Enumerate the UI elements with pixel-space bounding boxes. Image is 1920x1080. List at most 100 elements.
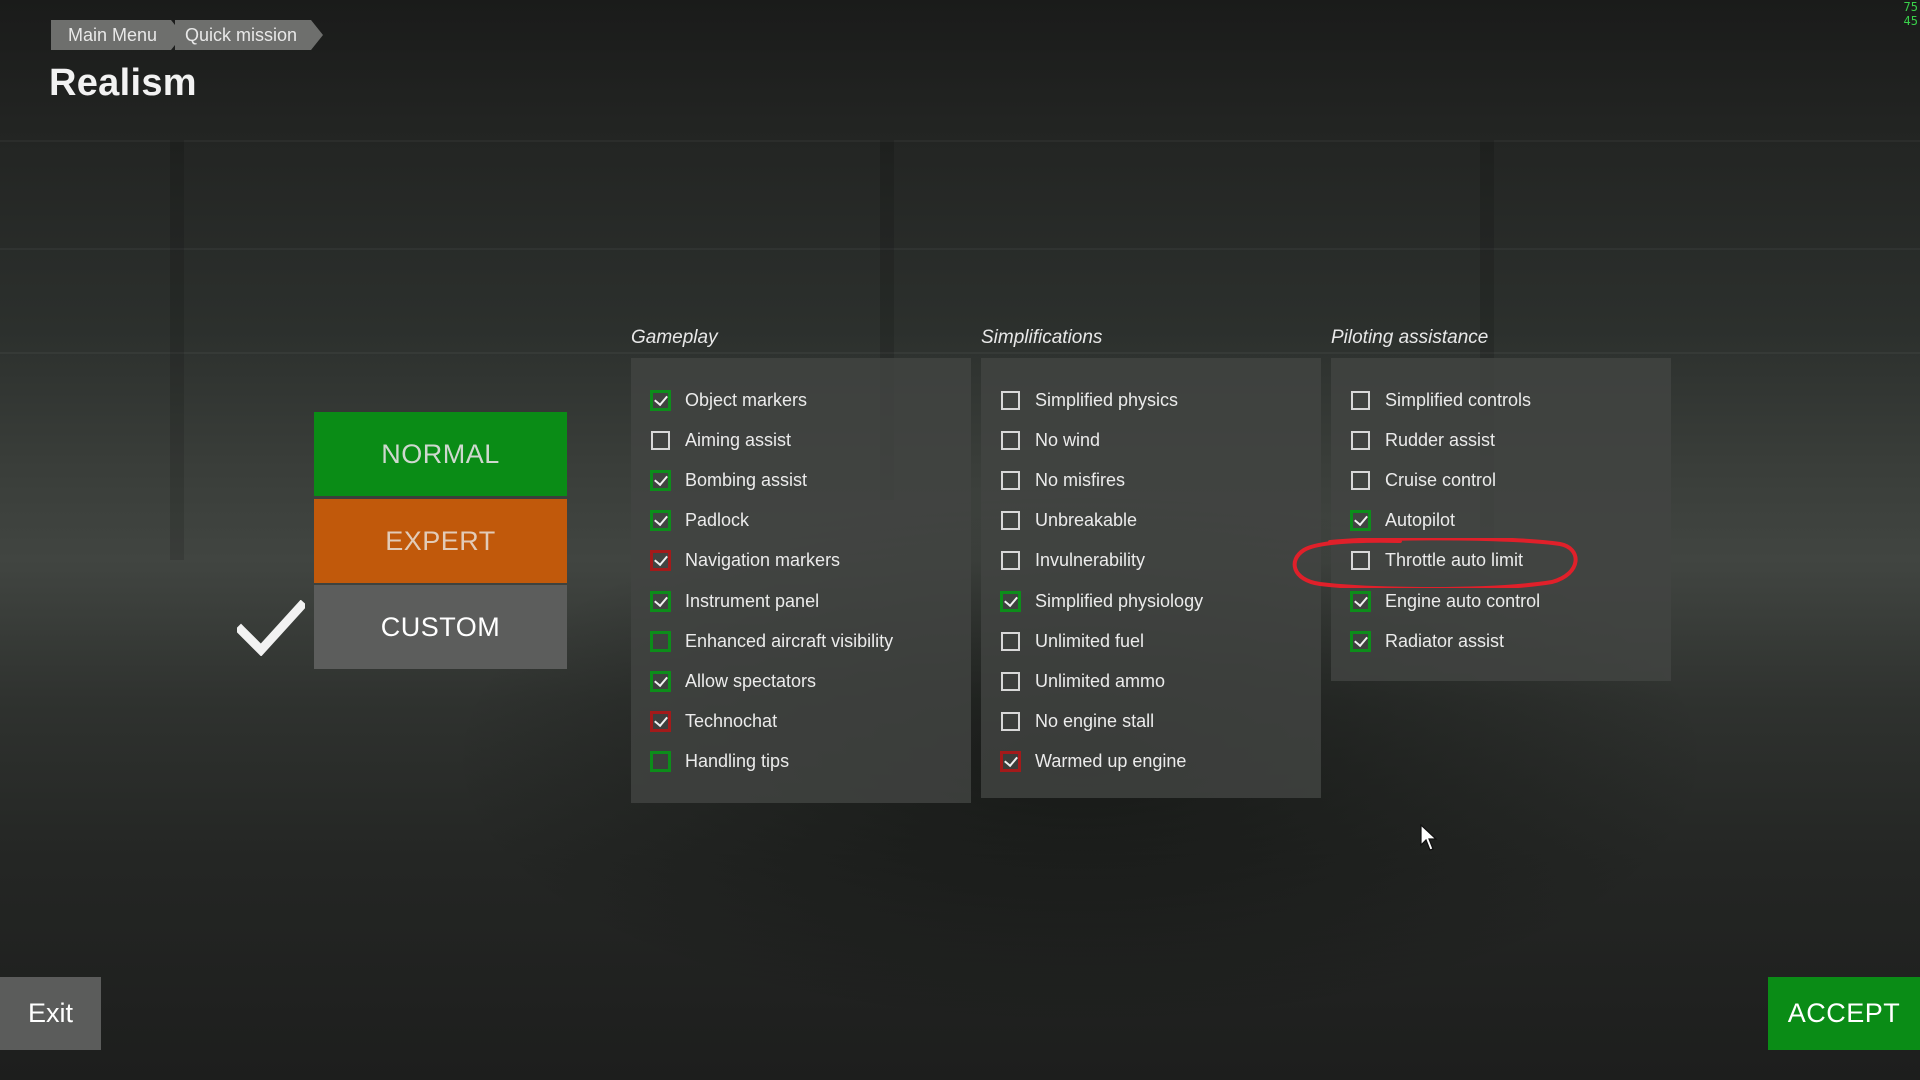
checkbox-empty-icon[interactable] xyxy=(1351,470,1370,490)
page-title: Realism xyxy=(49,62,197,104)
option-label: Autopilot xyxy=(1385,510,1456,531)
option-handling-tips[interactable]: Handling tips xyxy=(651,747,789,777)
realism-screen: Main Menu Quick mission Realism 75 45 NOR… xyxy=(0,0,1920,1080)
selected-check-icon xyxy=(237,600,305,656)
option-invulnerability[interactable]: Invulnerability xyxy=(1001,546,1145,576)
option-label: No engine stall xyxy=(1035,711,1155,732)
option-label: Object markers xyxy=(685,389,808,410)
option-enhanced-aircraft-visibility[interactable]: Enhanced aircraft visibility xyxy=(651,626,893,656)
option-no-engine-stall[interactable]: No engine stall xyxy=(1001,707,1154,737)
background-beam xyxy=(0,248,1920,250)
option-label: No misfires xyxy=(1035,469,1126,490)
option-simplified-controls[interactable]: Simplified controls xyxy=(1351,385,1531,415)
fps-line: 45 xyxy=(1903,14,1918,28)
option-instrument-panel[interactable]: Instrument panel xyxy=(651,586,819,616)
exit-button[interactable]: Exit xyxy=(0,977,101,1050)
checkbox-empty-icon[interactable] xyxy=(1351,551,1370,571)
checkbox-empty-icon[interactable] xyxy=(1001,430,1020,450)
option-label: Bombing assist xyxy=(685,469,808,490)
checkbox-checked-icon[interactable] xyxy=(1351,631,1370,651)
checkbox-empty-icon[interactable] xyxy=(1351,390,1370,410)
checkbox-checked-icon[interactable] xyxy=(651,591,670,611)
background-beam xyxy=(0,352,1920,354)
option-label: Unbreakable xyxy=(1035,510,1138,531)
option-label: Navigation markers xyxy=(685,550,841,571)
option-label: Technochat xyxy=(685,711,778,732)
option-padlock[interactable]: Padlock xyxy=(651,506,749,536)
option-navigation-markers[interactable]: Navigation markers xyxy=(651,546,840,576)
checkbox-empty-icon[interactable] xyxy=(651,752,670,772)
preset-normal-button[interactable]: NORMAL xyxy=(314,412,567,496)
checkbox-checked-icon[interactable] xyxy=(651,511,670,531)
option-unlimited-fuel[interactable]: Unlimited fuel xyxy=(1001,626,1144,656)
checkbox-checked-icon[interactable] xyxy=(651,671,670,691)
option-throttle-auto-limit[interactable]: Throttle auto limit xyxy=(1351,546,1523,576)
option-cruise-control[interactable]: Cruise control xyxy=(1351,465,1496,495)
fps-overlay: 75 45 xyxy=(1904,0,1918,28)
checkbox-empty-icon[interactable] xyxy=(1001,671,1020,691)
preset-custom-button[interactable]: CUSTOM xyxy=(314,585,567,669)
piloting-assistance-heading: Piloting assistance xyxy=(1331,327,1489,348)
checkbox-empty-icon[interactable] xyxy=(1001,470,1020,490)
option-radiator-assist[interactable]: Radiator assist xyxy=(1351,626,1504,656)
checkbox-empty-icon[interactable] xyxy=(1001,390,1020,410)
checkbox-checked-icon[interactable] xyxy=(651,470,670,490)
fps-value: 75 45 xyxy=(1904,0,1918,28)
checkbox-checked-icon[interactable] xyxy=(1001,752,1020,772)
option-unbreakable[interactable]: Unbreakable xyxy=(1001,506,1137,536)
fps-line: 75 xyxy=(1903,0,1918,14)
option-label: Engine auto control xyxy=(1385,590,1541,611)
preset-expert-button[interactable]: EXPERT xyxy=(314,499,567,583)
checkbox-empty-icon[interactable] xyxy=(1001,551,1020,571)
option-simplified-physics[interactable]: Simplified physics xyxy=(1001,385,1178,415)
option-label: Handling tips xyxy=(685,751,790,772)
checkbox-empty-icon[interactable] xyxy=(651,430,670,450)
simplifications-heading: Simplifications xyxy=(981,327,1103,348)
mouse-cursor-icon xyxy=(1420,824,1438,851)
simplifications-panel: Simplified physics No wind No misfires Unbr… xyxy=(981,358,1321,798)
option-allow-spectators[interactable]: Allow spectators xyxy=(651,666,816,696)
option-rudder-assist[interactable]: Rudder assist xyxy=(1351,425,1495,455)
background-beam xyxy=(0,140,1920,142)
option-label: Allow spectators xyxy=(685,670,817,691)
checkbox-empty-icon[interactable] xyxy=(1001,712,1020,732)
option-label: Padlock xyxy=(685,510,750,531)
option-technochat[interactable]: Technochat xyxy=(651,707,777,737)
checkbox-checked-icon[interactable] xyxy=(651,712,670,732)
option-warmed-up-engine[interactable]: Warmed up engine xyxy=(1001,747,1186,777)
option-simplified-physiology[interactable]: Simplified physiology xyxy=(1001,586,1203,616)
gameplay-heading: Gameplay xyxy=(631,327,718,348)
option-label: Simplified physics xyxy=(1035,389,1179,410)
option-label: Simplified controls xyxy=(1385,389,1532,410)
piloting-assistance-panel: Simplified controls Rudder assist Cruise c… xyxy=(1331,358,1671,681)
option-label: Warmed up engine xyxy=(1035,751,1187,772)
option-label: Unlimited fuel xyxy=(1035,630,1145,651)
option-aiming-assist[interactable]: Aiming assist xyxy=(651,425,791,455)
option-label: Aiming assist xyxy=(685,429,792,450)
checkbox-empty-icon[interactable] xyxy=(1351,430,1370,450)
option-label: Cruise control xyxy=(1385,469,1497,490)
option-object-markers[interactable]: Object markers xyxy=(651,385,807,415)
checkbox-empty-icon[interactable] xyxy=(1001,511,1020,531)
checkbox-checked-icon[interactable] xyxy=(1351,511,1370,531)
option-label: Simplified physiology xyxy=(1035,590,1204,611)
checkbox-checked-icon[interactable] xyxy=(1001,591,1020,611)
option-autopilot[interactable]: Autopilot xyxy=(1351,506,1455,536)
breadcrumb-main-menu[interactable]: Main Menu xyxy=(51,20,184,50)
option-engine-auto-control[interactable]: Engine auto control xyxy=(1351,586,1540,616)
option-label: Rudder assist xyxy=(1385,429,1496,450)
checkbox-checked-icon[interactable] xyxy=(651,551,670,571)
option-label: Unlimited ammo xyxy=(1035,670,1166,691)
checkbox-empty-icon[interactable] xyxy=(651,631,670,651)
accept-button[interactable]: ACCEPT xyxy=(1768,977,1920,1050)
option-unlimited-ammo[interactable]: Unlimited ammo xyxy=(1001,666,1165,696)
option-bombing-assist[interactable]: Bombing assist xyxy=(651,465,807,495)
option-no-wind[interactable]: No wind xyxy=(1001,425,1100,455)
option-no-misfires[interactable]: No misfires xyxy=(1001,465,1125,495)
checkbox-checked-icon[interactable] xyxy=(651,390,670,410)
checkbox-empty-icon[interactable] xyxy=(1001,631,1020,651)
breadcrumb-quick-mission[interactable]: Quick mission xyxy=(175,20,324,50)
checkbox-checked-icon[interactable] xyxy=(1351,591,1370,611)
option-label: Throttle auto limit xyxy=(1385,550,1524,571)
option-label: Instrument panel xyxy=(685,590,820,611)
